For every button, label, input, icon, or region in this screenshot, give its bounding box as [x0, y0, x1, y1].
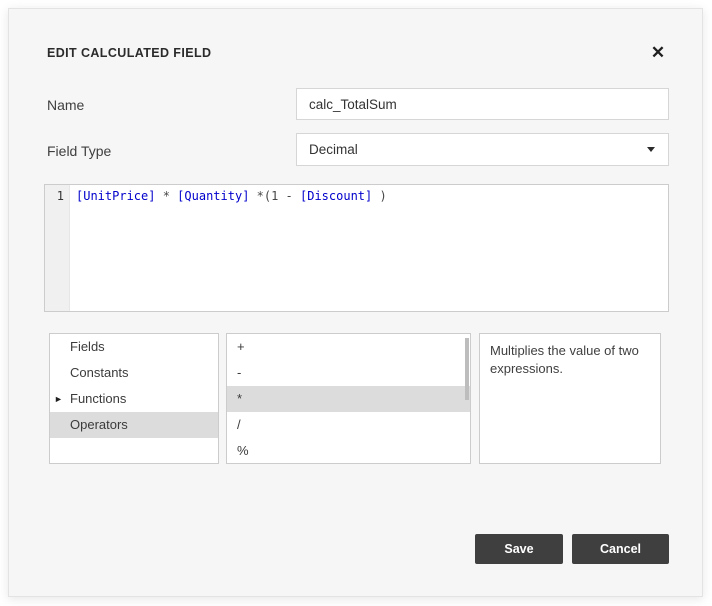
name-label: Name [47, 97, 84, 113]
operator-token: *(1 - [249, 189, 300, 203]
operator-token: ) [372, 189, 386, 203]
description-panel: Multiplies the value of two expressions. [479, 333, 661, 464]
scrollbar-track [464, 335, 469, 464]
list-item-label: % [237, 443, 249, 458]
list-item[interactable]: % [227, 438, 470, 464]
field-token: [UnitPrice] [76, 189, 155, 203]
list-item[interactable]: Fields [50, 334, 218, 360]
operator-list: + - * /% [227, 334, 470, 464]
chevron-down-icon [647, 147, 655, 152]
list-item[interactable]: ►Functions [50, 386, 218, 412]
expression-line[interactable]: [UnitPrice] * [Quantity] *(1 - [Discount… [70, 185, 668, 311]
list-item-label: / [237, 417, 241, 432]
list-item[interactable]: - [227, 360, 470, 386]
expression-editor[interactable]: 1 [UnitPrice] * [Quantity] *(1 - [Discou… [44, 184, 669, 312]
edit-calculated-field-dialog: EDIT CALCULATED FIELD ✕ Name Field Type … [8, 8, 703, 597]
name-input[interactable] [296, 88, 669, 120]
expand-arrow-icon[interactable]: ► [54, 386, 68, 412]
field-token: [Discount] [300, 189, 372, 203]
list-item-label: Constants [70, 365, 129, 380]
list-item-label: Operators [70, 417, 128, 432]
list-item-label: Fields [70, 339, 105, 354]
list-item-label: * [237, 391, 242, 406]
field-type-select[interactable]: Decimal [296, 133, 669, 166]
field-type-label: Field Type [47, 143, 111, 159]
scrollbar-thumb[interactable] [465, 338, 469, 400]
line-number: 1 [57, 189, 64, 203]
category-list-panel: FieldsConstants►FunctionsOperators [49, 333, 219, 464]
editor-gutter: 1 [45, 185, 70, 311]
operator-description: Multiplies the value of two expressions. [480, 334, 660, 386]
cancel-button[interactable]: Cancel [572, 534, 669, 564]
list-item-label: Functions [70, 391, 126, 406]
list-item[interactable]: / [227, 412, 470, 438]
list-item[interactable]: Operators [50, 412, 218, 438]
field-token: [Quantity] [177, 189, 249, 203]
save-button[interactable]: Save [475, 534, 563, 564]
list-item-label: + [237, 339, 245, 354]
category-list: FieldsConstants►FunctionsOperators [50, 334, 218, 438]
list-item[interactable]: + [227, 334, 470, 360]
list-item-label: - [237, 365, 241, 380]
list-item[interactable]: Constants [50, 360, 218, 386]
operator-token: * [155, 189, 177, 203]
field-type-value: Decimal [309, 142, 358, 157]
dialog-title: EDIT CALCULATED FIELD [47, 46, 211, 60]
operator-list-panel: + - * /% [226, 333, 471, 464]
list-item[interactable]: * [227, 386, 470, 412]
close-icon[interactable]: ✕ [647, 42, 669, 64]
